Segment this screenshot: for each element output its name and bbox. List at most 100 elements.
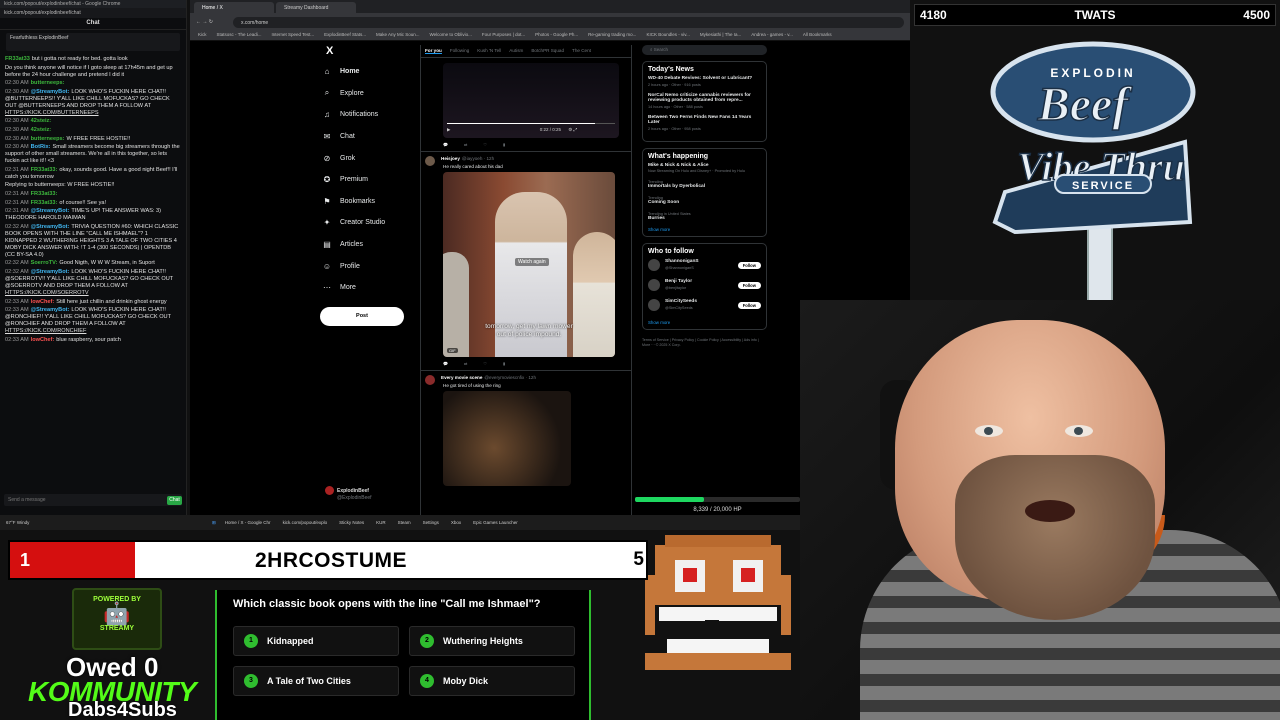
taskbar-app[interactable]: Epic Games Launcher xyxy=(470,520,521,525)
show-more-link[interactable]: Show more xyxy=(648,320,761,325)
nav-item-premium[interactable]: ✪ Premium xyxy=(320,169,425,191)
views-icon[interactable]: ▮ xyxy=(503,142,505,147)
feed-tab[interactable]: The Cent xyxy=(572,48,591,54)
bookmark-item[interactable]: Re-gaming trading mo... xyxy=(588,32,636,39)
news-item[interactable]: WD-40 Debate Revives: Solvent or Lubrica… xyxy=(648,76,761,87)
taskbar-app[interactable]: KUR xyxy=(373,520,389,525)
feed-tab[interactable]: BotchPR Squad xyxy=(531,48,564,54)
video-player[interactable]: ▶ 0:22 / 0:25 ⚙ ⤢ xyxy=(443,63,619,138)
taskbar-app[interactable]: Xbox xyxy=(448,520,464,525)
avatar[interactable] xyxy=(648,279,660,292)
post-button[interactable]: Post xyxy=(320,306,404,326)
message-user[interactable]: lowChef: xyxy=(31,337,55,343)
bookmark-item[interactable]: All Bookmarks xyxy=(803,32,832,39)
bookmark-item[interactable]: Statsosc - The Leadi... xyxy=(217,32,262,39)
nav-item-creator-studio[interactable]: ✦ Creator Studio xyxy=(320,212,425,234)
send-message-input[interactable]: Send a message xyxy=(4,494,182,506)
avatar[interactable] xyxy=(648,259,660,272)
weather-widget[interactable]: 67°F Windy xyxy=(6,520,206,525)
message-user[interactable]: FR33at33: xyxy=(31,200,58,206)
address-bar[interactable]: x.com/home xyxy=(232,16,904,28)
nav-item-explore[interactable]: ⌕ Explore xyxy=(320,83,425,105)
watch-again-button[interactable]: Watch again xyxy=(515,258,549,266)
message-user[interactable]: butterneeps: xyxy=(31,136,65,142)
bookmark-item[interactable]: Andrea - games - v... xyxy=(751,32,793,39)
follow-suggestion[interactable]: SimCitySeeds @SimCitySeeds Follow xyxy=(648,299,761,312)
message-user[interactable]: lowChef: xyxy=(31,299,55,305)
nav-item-profile[interactable]: ☺ Profile xyxy=(320,255,425,277)
trend-item[interactable]: Mike & Nick & Nick & Alice Now Streaming … xyxy=(648,163,761,173)
play-icon[interactable]: ▶ xyxy=(447,127,450,132)
avatar[interactable] xyxy=(425,375,435,385)
trend-item[interactable]: Trending in United States Burries xyxy=(648,211,761,221)
chat-url[interactable]: kick.com/popout/explodinbeef/chat xyxy=(0,8,186,18)
follow-button[interactable]: Follow xyxy=(737,301,761,309)
pinned-message[interactable]: Fearfuthless ExplodinBeef xyxy=(6,33,180,51)
message-user[interactable]: FR33at33: xyxy=(31,167,58,173)
message-user[interactable]: FR33at33: xyxy=(31,191,58,197)
message-user[interactable]: @StreamyBot: xyxy=(31,307,70,313)
show-more-link[interactable]: Show more xyxy=(648,227,761,232)
message-user[interactable]: BotRix: xyxy=(31,144,51,150)
follow-suggestion[interactable]: ShannoniganS @ShannoniganS Follow xyxy=(648,259,761,272)
taskbar-app[interactable]: Home / X - Google Chr xyxy=(222,520,274,525)
follow-button[interactable]: Follow xyxy=(737,261,761,269)
windows-start-icon[interactable]: ⊞ xyxy=(212,520,216,526)
message-user[interactable]: @StreamyBot: xyxy=(31,269,70,275)
nav-item-articles[interactable]: ▤ Articles xyxy=(320,234,425,256)
nav-item-chat[interactable]: ✉ Chat xyxy=(320,126,425,148)
like-icon[interactable]: ♡ xyxy=(483,361,487,366)
tweet-media[interactable]: Watch again tomorrow, get my lawn mower … xyxy=(443,172,615,357)
forward-icon[interactable]: → xyxy=(202,19,207,25)
feed-tab[interactable]: Following xyxy=(450,48,469,54)
feed-tab[interactable]: Kush 'N Tell xyxy=(477,48,501,54)
tab-streamy-dashboard[interactable]: Streamy Dashboard xyxy=(276,2,356,13)
bookmark-item[interactable]: KICK Boundles - viv... xyxy=(646,32,689,39)
news-item[interactable]: NorCal Nemo criticize cannabis reviewers… xyxy=(648,93,761,109)
video-progress[interactable] xyxy=(447,123,615,124)
views-icon[interactable]: ▮ xyxy=(503,361,505,366)
taskbar-app[interactable]: Steam xyxy=(395,520,414,525)
taskbar-app[interactable]: Settings xyxy=(420,520,442,525)
reply-icon[interactable]: 💬 xyxy=(443,361,448,366)
back-icon[interactable]: ← xyxy=(196,19,201,25)
retweet-icon[interactable]: ⇄ xyxy=(464,361,467,366)
send-chat-button[interactable]: Chat xyxy=(167,496,182,505)
follow-suggestion[interactable]: Benji Taylor @benjitaylor Follow xyxy=(648,279,761,292)
x-logo[interactable]: X xyxy=(326,45,425,57)
bookmark-item[interactable]: Welcome to Oblivio... xyxy=(429,32,471,39)
trend-item[interactable]: Trending Immortals by Dyerbolical xyxy=(648,179,761,189)
tab-home-x[interactable]: Home / X xyxy=(194,2,274,13)
follow-button[interactable]: Follow xyxy=(737,281,761,289)
message-link[interactable]: HTTPS://KICK.COM/RONCHIEF xyxy=(5,328,86,334)
bookmark-item[interactable]: Mykesiathi | The Ia... xyxy=(700,32,741,39)
message-user[interactable]: 42steiz: xyxy=(31,118,52,124)
nav-item-bookmarks[interactable]: ⚑ Bookmarks xyxy=(320,191,425,213)
feed-tab[interactable]: Autism xyxy=(509,48,523,54)
message-user[interactable]: FR33at33 xyxy=(5,56,30,62)
taskbar-app[interactable]: kick.com/popout/explo xyxy=(280,520,331,525)
search-input[interactable]: ⌕ Search xyxy=(642,45,767,55)
tweet-media[interactable] xyxy=(443,391,571,486)
bookmark-item[interactable]: Kick xyxy=(198,32,207,39)
settings-icon[interactable]: ⚙ xyxy=(568,127,572,132)
like-icon[interactable]: ♡ xyxy=(483,142,487,147)
avatar[interactable] xyxy=(425,156,435,166)
trend-item[interactable]: Trending Coming Soon xyxy=(648,195,761,205)
bookmark-item[interactable]: Make Any Mic Soun... xyxy=(376,32,420,39)
retweet-icon[interactable]: ⇄ xyxy=(464,142,467,147)
message-user[interactable]: @StreamyBot: xyxy=(31,89,70,95)
nav-item-grok[interactable]: ⊘ Grok xyxy=(320,147,425,169)
avatar[interactable] xyxy=(648,299,660,312)
bookmark-item[interactable]: Internet Speed Test... xyxy=(271,32,314,39)
news-item[interactable]: Between Two Ferns Finds New Fans 14 Year… xyxy=(648,115,761,131)
fullscreen-icon[interactable]: ⤢ xyxy=(574,127,578,132)
bookmark-item[interactable]: ExplodinBeef Stats... xyxy=(324,32,366,39)
message-link[interactable]: HTTPS://KICK.COM/BUTTERNEEPS xyxy=(5,110,99,116)
bookmark-item[interactable]: Photos - Google Ph... xyxy=(535,32,578,39)
message-user[interactable]: @StreamyBot: xyxy=(31,208,70,214)
nav-item-home[interactable]: ⌂ Home xyxy=(320,61,425,83)
message-user[interactable]: butterneeps: xyxy=(31,80,65,86)
bookmark-item[interactable]: Four Purposes | dot... xyxy=(482,32,525,39)
account-switcher[interactable]: ExplodinBeef @ExplodinBeef xyxy=(325,486,372,501)
